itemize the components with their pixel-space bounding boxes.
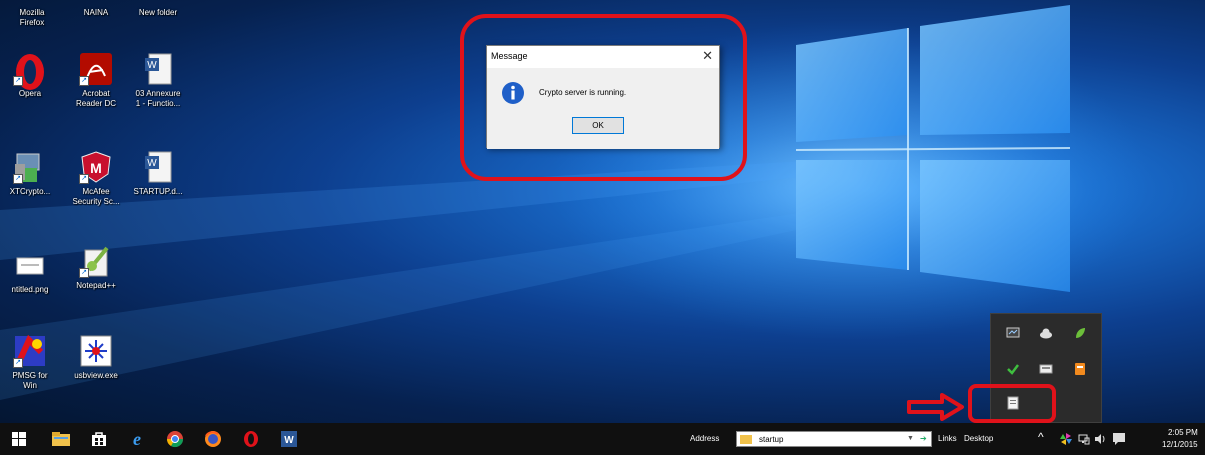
firefox-icon: [205, 431, 221, 447]
taskbar-file-explorer[interactable]: [42, 423, 80, 455]
taskbar: e W Address startup ▼ ➔ Links Desktop ^ …: [0, 423, 1205, 455]
desktop-icon-label: Mozilla Firefox: [19, 8, 45, 27]
network-icon[interactable]: [1078, 433, 1090, 445]
desktop-icon-label: usbview.exe: [74, 371, 118, 380]
desktop-icon-xtcrypto[interactable]: ↗ XTCrypto...: [0, 150, 60, 197]
edge-icon: e: [133, 430, 141, 448]
pinwheel-tray-icon[interactable]: [1060, 433, 1072, 445]
desktop-icon-label: ntitled.png: [11, 285, 49, 294]
desktop-icon-label: PMSG for Win: [12, 371, 48, 390]
desktop-icon-annexure-doc[interactable]: W 03 Annexure 1 - Functio...: [128, 52, 188, 109]
xtcrypto-icon: ↗: [13, 150, 47, 184]
green-leaf-icon[interactable]: [1073, 326, 1087, 340]
svg-text:e: e: [133, 430, 141, 448]
desktop-icon-label: 03 Annexure 1 - Functio...: [135, 89, 181, 108]
annotation-highlight-dialog: [460, 14, 747, 181]
action-center-icon[interactable]: [1112, 432, 1126, 446]
chevron-down-icon[interactable]: ▼: [907, 435, 914, 442]
show-hidden-icons-button[interactable]: ^: [1038, 430, 1044, 444]
store-icon: [92, 432, 106, 446]
volume-icon[interactable]: [1094, 433, 1106, 445]
word-icon: W: [281, 431, 297, 447]
address-value: startup: [759, 435, 784, 444]
desktop-icon-naina[interactable]: NAINA: [66, 8, 126, 18]
acrobat-icon: ↗: [79, 52, 113, 86]
desktop-icon-acrobat[interactable]: ↗ Acrobat Reader DC: [66, 52, 126, 109]
opera-icon: [244, 431, 258, 447]
desktop-icon-new-folder[interactable]: New folder: [128, 8, 188, 18]
taskbar-chrome[interactable]: [156, 423, 194, 455]
chrome-icon: [166, 431, 184, 448]
desktop-toolbar[interactable]: Desktop: [964, 434, 993, 443]
go-arrow-icon[interactable]: ➔: [920, 434, 927, 443]
clock-time[interactable]: 2:05 PM: [1168, 428, 1198, 437]
check-icon[interactable]: [1006, 362, 1020, 376]
file-explorer-icon: [52, 432, 70, 446]
desktop-icon-startup-doc[interactable]: W STARTUP.d...: [128, 150, 188, 197]
folder-icon: [740, 435, 752, 444]
desktop-icon-usbview[interactable]: usbview.exe: [66, 334, 126, 381]
keyboard-icon[interactable]: [1039, 362, 1053, 376]
desktop-icon-untitled-png[interactable]: ntitled.png: [0, 248, 60, 295]
desktop: Mozilla Firefox NAINA New folder ↗ Opera…: [0, 0, 1205, 423]
desktop-icon-label: Acrobat Reader DC: [75, 89, 116, 108]
network-monitor-icon[interactable]: [1006, 326, 1020, 340]
taskbar-opera[interactable]: [232, 423, 270, 455]
desktop-icon-label: STARTUP.d...: [133, 187, 183, 196]
taskbar-edge[interactable]: e: [118, 423, 156, 455]
windows-start-icon: [12, 432, 26, 446]
annotation-highlight-tray-icon: [968, 384, 1056, 423]
usbview-icon: [79, 334, 113, 368]
cloud-icon[interactable]: [1039, 326, 1053, 340]
clock-date[interactable]: 12/1/2015: [1162, 440, 1198, 449]
taskbar-firefox[interactable]: [194, 423, 232, 455]
desktop-icon-notepadpp[interactable]: ↗ Notepad++: [66, 244, 126, 291]
desktop-icon-ipmsg[interactable]: ↗ PMSG for Win: [0, 334, 60, 391]
word-document-icon: W: [141, 52, 175, 86]
orange-app-icon[interactable]: [1073, 362, 1087, 376]
desktop-icon-label: NAINA: [83, 8, 109, 17]
address-input[interactable]: startup ▼ ➔: [736, 431, 932, 447]
address-toolbar-label: Address: [690, 434, 720, 443]
annotation-arrow-icon: [907, 393, 964, 421]
word-document-icon: W: [141, 150, 175, 184]
desktop-icon-label: McAfee Security Sc...: [72, 187, 120, 206]
taskbar-store[interactable]: [80, 423, 118, 455]
ipmsg-icon: ↗: [13, 334, 47, 368]
svg-text:M: M: [90, 160, 102, 176]
desktop-icon-label: XTCrypto...: [9, 187, 51, 196]
taskbar-word[interactable]: W: [270, 423, 308, 455]
desktop-icon-mcafee[interactable]: M ↗ McAfee Security Sc...: [66, 150, 126, 207]
desktop-icon-label: Notepad++: [76, 281, 116, 290]
desktop-icon-label: New folder: [138, 8, 178, 17]
desktop-icon-opera[interactable]: ↗ Opera: [0, 52, 60, 99]
notepadpp-icon: ↗: [79, 244, 113, 278]
start-button[interactable]: [0, 423, 38, 455]
opera-icon: ↗: [13, 52, 47, 90]
image-file-icon: [13, 248, 47, 282]
desktop-icon-firefox[interactable]: Mozilla Firefox: [2, 8, 62, 28]
svg-text:W: W: [147, 158, 157, 169]
svg-text:W: W: [147, 60, 157, 71]
links-toolbar[interactable]: Links: [938, 434, 957, 443]
svg-text:W: W: [284, 435, 294, 446]
mcafee-icon: M ↗: [79, 150, 113, 184]
